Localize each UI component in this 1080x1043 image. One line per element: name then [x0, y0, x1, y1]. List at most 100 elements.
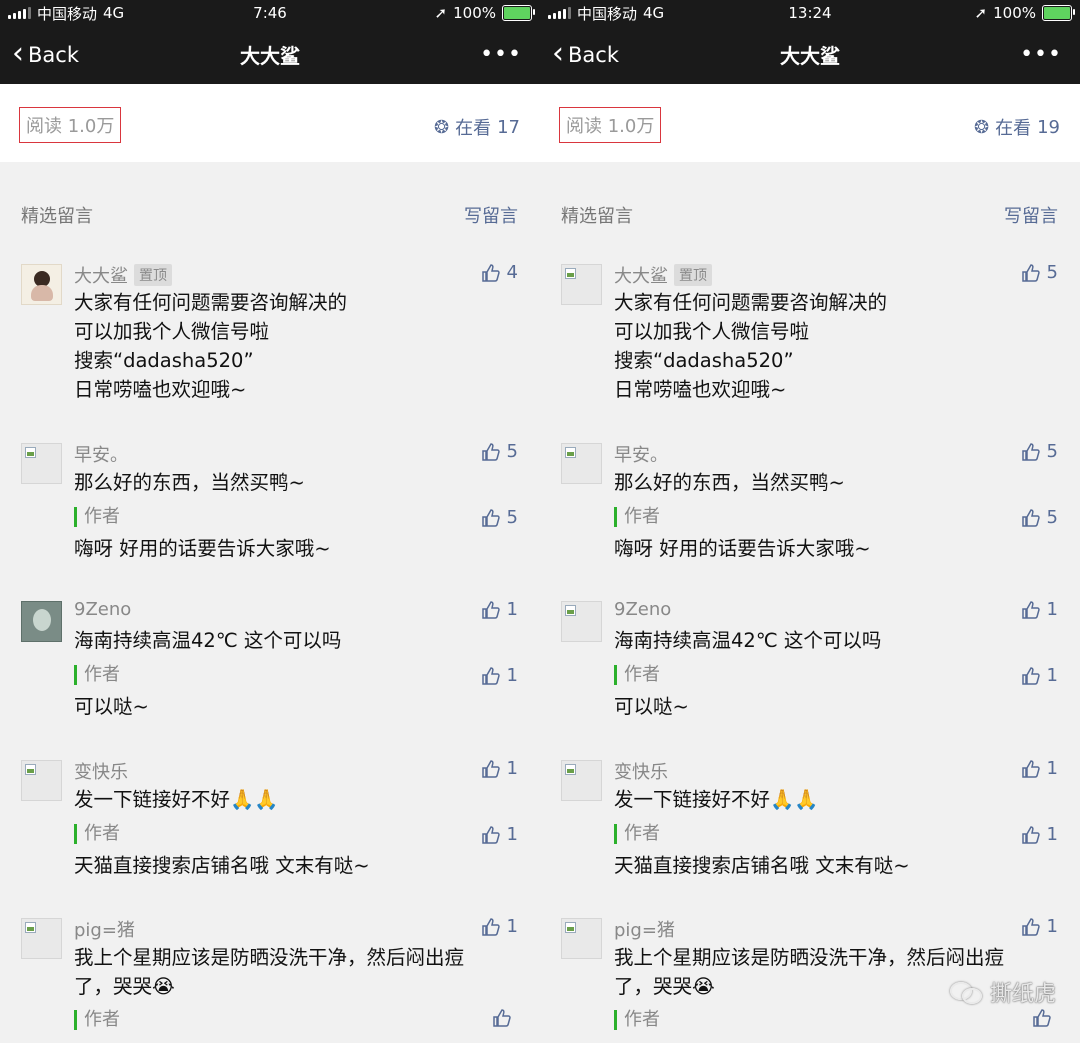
back-button[interactable]: ‹ Back — [0, 39, 79, 70]
comment-nickname: 9Zeno — [74, 599, 132, 620]
like-count: 1 — [506, 916, 518, 937]
comment-line: 日常唠嗑也欢迎哦~ — [74, 378, 247, 401]
avatar[interactable] — [561, 601, 602, 642]
write-comment-link[interactable]: 写留言 — [1004, 202, 1058, 228]
more-icon[interactable]: ••• — [480, 42, 522, 67]
like-button[interactable]: 1 — [1021, 599, 1058, 620]
comment-line: 大家有任何问题需要咨询解决的 — [614, 291, 888, 314]
reply-like-button[interactable] — [492, 1008, 518, 1028]
comment-line: 那么好的东西，当然买鸭~ — [614, 471, 845, 494]
like-count: 1 — [1046, 599, 1058, 620]
nav-bar: ‹ Back 大大鲨 ••• — [0, 26, 540, 84]
author-reply-text: 嗨呀 好用的话要告诉大家哦~ — [614, 537, 871, 560]
watermark: 撕纸虎 — [949, 976, 1056, 1008]
nav-bar: ‹ Back 大大鲨 ••• — [540, 26, 1080, 84]
comment-line: 我上个星期应该是防晒没洗干净，然后闷出痘 — [74, 946, 465, 969]
write-comment-link[interactable]: 写留言 — [464, 202, 518, 228]
read-count: 阅读 1.0万 — [19, 107, 122, 143]
reply-like-button[interactable]: 1 — [481, 824, 518, 845]
thumbs-up-icon — [481, 917, 500, 936]
comment-nickname: 早安。 — [614, 445, 668, 466]
author-reply-label: 作者 — [74, 1010, 120, 1030]
comment-nickname: 大大鲨 — [74, 266, 128, 287]
battery-icon — [502, 5, 535, 21]
author-reply-label: 作者 — [614, 1010, 660, 1030]
avatar[interactable] — [21, 264, 62, 305]
comments-header: 精选留言 写留言 — [0, 202, 540, 228]
thumbs-up-icon — [1021, 825, 1040, 844]
thumbs-up-icon — [481, 442, 500, 461]
watch-label: 在看 — [455, 118, 492, 139]
author-reply-text: 可以哒~ — [614, 695, 689, 718]
like-button[interactable]: 1 — [1021, 758, 1058, 779]
reply-like-button[interactable]: 1 — [481, 665, 518, 686]
phone-screen-right: 中国移动 4G 13:24 ➚ 100% ‹ Back 大大鲨 ••• 阅读 1… — [540, 0, 1080, 1043]
comment-line: 大家有任何问题需要咨询解决的 — [74, 291, 348, 314]
like-count: 5 — [1046, 507, 1058, 528]
author-reply-label: 作者 — [614, 824, 660, 844]
like-count: 1 — [506, 599, 518, 620]
comment-nickname: 变快乐 — [614, 762, 668, 783]
watch-button[interactable]: ❂ 在看 19 — [974, 114, 1060, 140]
avatar[interactable] — [561, 760, 602, 801]
comment-text: 大家有任何问题需要咨询解决的 可以加我个人微信号啦 搜索“dadasha520”… — [74, 288, 510, 404]
like-button[interactable]: 5 — [1021, 441, 1058, 462]
reply-like-button[interactable]: 5 — [1021, 507, 1058, 528]
avatar[interactable] — [21, 601, 62, 642]
thumbs-up-icon — [1033, 1009, 1051, 1027]
like-button[interactable]: 1 — [481, 599, 518, 620]
watch-label: 在看 — [995, 118, 1032, 139]
avatar[interactable] — [561, 264, 602, 305]
avatar[interactable] — [21, 918, 62, 959]
watching-icon: ❂ — [434, 116, 450, 138]
thumbs-up-icon — [1021, 508, 1040, 527]
watch-count: 19 — [1037, 116, 1060, 138]
like-button[interactable]: 5 — [481, 441, 518, 462]
reply-like-button[interactable]: 5 — [481, 507, 518, 528]
thumbs-up-icon — [481, 759, 500, 778]
comment-line: 发一下链接好不好🙏🙏 — [74, 788, 279, 811]
author-reply-text: 天猫直接搜索店铺名哦 文末有哒~ — [614, 854, 910, 877]
author-reply-label: 作者 — [74, 665, 120, 685]
comment-line: 我上个星期应该是防晒没洗干净，然后闷出痘 — [614, 946, 1005, 969]
status-time: 13:24 — [788, 4, 832, 22]
avatar[interactable] — [21, 760, 62, 801]
avatar[interactable] — [561, 443, 602, 484]
comment-text: 海南持续高温42℃ 这个可以吗 — [74, 626, 510, 655]
reply-like-button[interactable] — [1032, 1008, 1058, 1028]
avatar[interactable] — [21, 443, 62, 484]
like-button[interactable]: 1 — [1021, 916, 1058, 937]
watch-button[interactable]: ❂ 在看 17 — [434, 114, 520, 140]
thumbs-up-icon — [481, 825, 500, 844]
avatar[interactable] — [561, 918, 602, 959]
like-count: 1 — [1046, 824, 1058, 845]
pinned-badge: 置顶 — [674, 264, 712, 286]
author-reply-text: 嗨呀 好用的话要告诉大家哦~ — [74, 537, 331, 560]
like-button[interactable]: 1 — [481, 758, 518, 779]
back-label: Back — [568, 43, 619, 67]
comment-text: 发一下链接好不好🙏🙏 — [614, 785, 1050, 814]
comment-text: 海南持续高温42℃ 这个可以吗 — [614, 626, 1050, 655]
reply-like-button[interactable]: 1 — [1021, 665, 1058, 686]
comments-header: 精选留言 写留言 — [540, 202, 1080, 228]
featured-comments-title: 精选留言 — [21, 206, 93, 227]
back-button[interactable]: ‹ Back — [540, 39, 619, 70]
comment-nickname: pig=猪 — [74, 920, 135, 941]
author-reply-label: 作者 — [74, 824, 120, 844]
comment-nickname: pig=猪 — [614, 920, 675, 941]
comment-text: 我上个星期应该是防晒没洗干净，然后闷出痘 了，哭哭😭 — [74, 943, 510, 1001]
thumbs-up-icon — [1021, 917, 1040, 936]
comment-nickname: 早安。 — [74, 445, 128, 466]
like-button[interactable]: 4 — [481, 262, 518, 283]
watching-icon: ❂ — [974, 116, 990, 138]
read-count: 阅读 1.0万 — [559, 107, 662, 143]
comment-line: 搜索“dadasha520” — [74, 349, 254, 372]
comment-line: 可以加我个人微信号啦 — [614, 320, 810, 343]
more-icon[interactable]: ••• — [1020, 42, 1062, 67]
reply-like-button[interactable]: 1 — [1021, 824, 1058, 845]
like-button[interactable]: 1 — [481, 916, 518, 937]
comment-line: 搜索“dadasha520” — [614, 349, 794, 372]
like-button[interactable]: 5 — [1021, 262, 1058, 283]
comment-nickname: 9Zeno — [614, 599, 672, 620]
thumbs-up-icon — [1021, 442, 1040, 461]
